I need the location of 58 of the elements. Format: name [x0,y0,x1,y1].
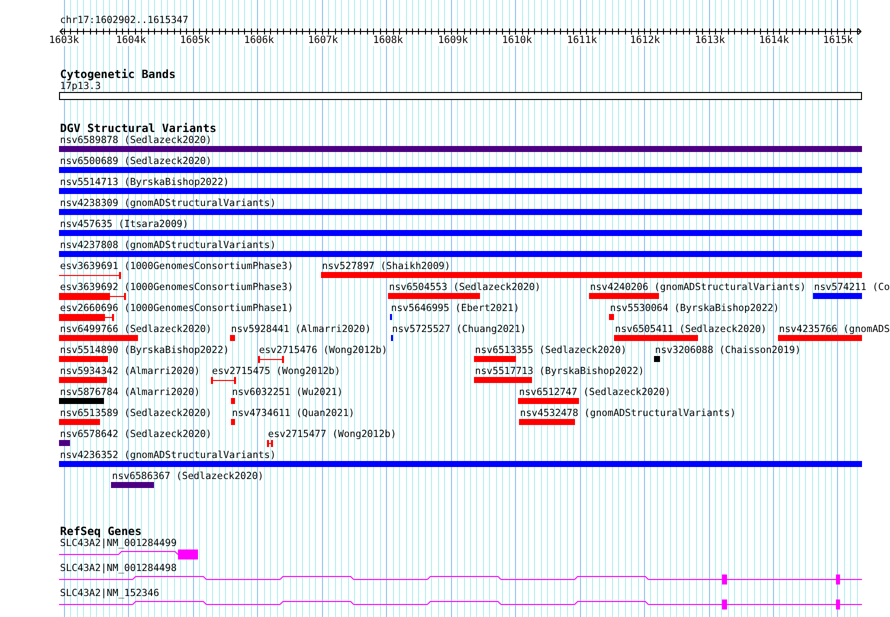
variant-label: nsv5725527 (Chuang2021) [391,324,526,335]
tick-label: 1609k [438,35,468,46]
variant-label: nsv4734611 (Quan2021) [231,408,354,419]
tick-label: 1615k [822,35,854,46]
variant-label: nsv5646995 (Ebert2021) [390,303,520,314]
variant-label: nsv6586367 (Sedlazeck2020) [111,471,264,482]
variant-label: nsv4235766 (gnomADS [778,324,890,335]
variant-label: nsv574211 (Co [813,282,890,293]
tick-label: 1605k [180,35,210,46]
variant-label: nsv457635 (Itsara2009) [59,219,188,230]
track-title: Cytogenetic Bands [59,69,176,81]
tick-label: 1611k [566,35,598,46]
variant-label: nsv6500689 (Sedlazeck2020) [59,156,212,167]
variant-label: nsv527897 (Shaikh2009) [321,261,450,272]
variant-label: nsv6513589 (Sedlazeck2020) [59,408,212,419]
tick-label: 1604k [116,35,146,46]
tick-label: 1610k [502,35,532,46]
track-title: DGV Structural Variants [59,123,216,135]
tick-label: 1606k [244,35,274,46]
variant-label: nsv6512747 (Sedlazeck2020) [518,387,671,398]
variant-label: nsv4532478 (gnomADStructuralVariants) [519,408,736,419]
variant-label: nsv5514890 (ByrskaBishop2022) [59,345,230,356]
tick-label: 1603k [48,35,80,46]
variant-label: nsv5876784 (Almarri2020) [59,387,200,398]
tick-label: 1612k [630,35,660,46]
transcript-label: SLC43A2|NM_152346 [59,588,160,599]
variant-label: nsv3206088 (Chaisson2019) [654,345,801,356]
tick-label: 1607k [308,35,338,46]
variant-label: nsv5928441 (Almarri2020) [230,324,371,335]
variant-label: nsv6504553 (Sedlazeck2020) [388,282,541,293]
variant-label: nsv4237808 (gnomADStructuralVariants) [59,240,276,251]
variant-label: nsv6505411 (Sedlazeck2020) [614,324,767,335]
tick-label: 1608k [372,35,404,46]
variant-label: nsv4238309 (gnomADStructuralVariants) [59,198,276,209]
variant-label: nsv6032251 (Wu2021) [231,387,343,398]
variant-label: nsv6513355 (Sedlazeck2020) [474,345,627,356]
variant-label: nsv5514713 (ByrskaBishop2022) [59,177,230,188]
transcript-label: SLC43A2|NM_001284498 [59,563,177,574]
variant-label: nsv5530064 (ByrskaBishop2022) [609,303,780,314]
location-label: chr17:1602902..1615347 [59,15,188,27]
variant-label: nsv4236352 (gnomADStructuralVariants) [59,450,276,461]
track-title: RefSeq Genes [59,526,142,538]
variant-label: esv2715475 (Wong2012b) [211,366,340,377]
variant-label: nsv5934342 (Almarri2020) [59,366,200,377]
variant-label: esv2715476 (Wong2012b) [258,345,388,356]
variant-label: nsv6499766 (Sedlazeck2020) [59,324,212,335]
variant-label: esv3639692 (1000GenomesConsortiumPhase3) [59,282,294,293]
tick-label: 1614k [758,35,790,46]
tick-label: 1613k [694,35,726,46]
variant-label: esv2660696 (1000GenomesConsortiumPhase1) [59,303,294,314]
variant-label: nsv6589878 (Sedlazeck2020) [59,135,212,146]
variant-label: esv2715477 (Wong2012b) [267,429,396,440]
variant-label: nsv4240206 (gnomADStructuralVariants) [589,282,806,293]
variant-label: nsv6578642 (Sedlazeck2020) [59,429,212,440]
variant-label: nsv5517713 (ByrskaBishop2022) [474,366,644,377]
variant-label: esv3639691 (1000GenomesConsortiumPhase3) [59,261,294,272]
transcript-label: SLC43A2|NM_001284499 [59,538,177,549]
band-label: 17p13.3 [59,81,101,92]
